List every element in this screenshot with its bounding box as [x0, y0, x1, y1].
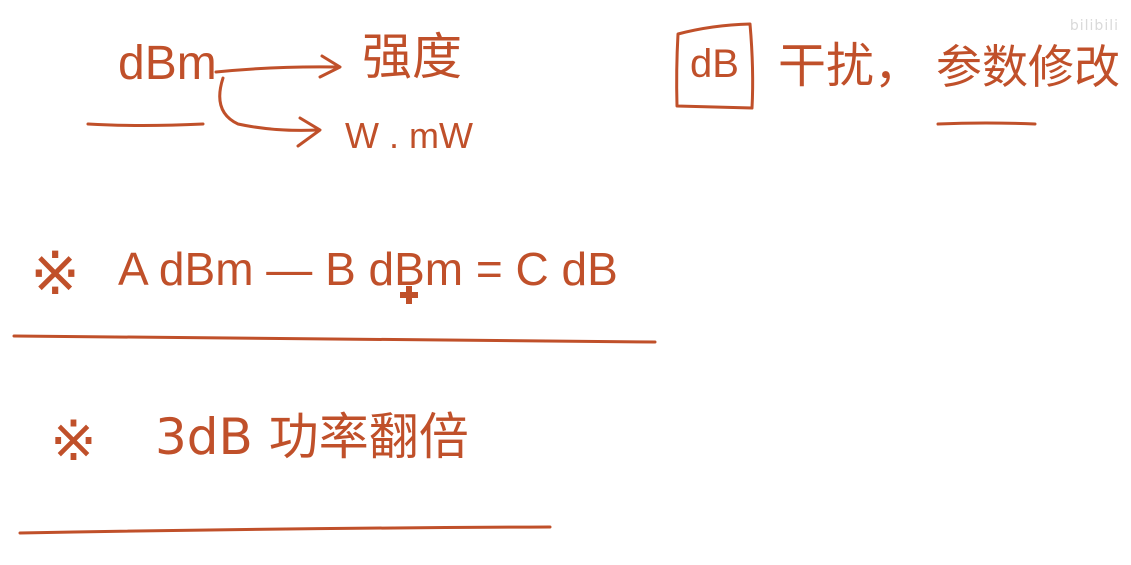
arrow-to-watt-head — [296, 116, 322, 148]
param-modify-label: 参数修改 — [936, 40, 1120, 94]
row2-underline — [12, 334, 657, 344]
strength-label: 强度 — [362, 28, 462, 86]
interference-label: 干扰， — [778, 38, 923, 94]
boxed-db-label: dB — [690, 42, 739, 86]
arrow-to-watt — [218, 76, 320, 132]
watermark: bilibili — [1069, 18, 1119, 34]
row2-mark: ※ — [30, 239, 81, 309]
watt-label: W . mW — [345, 115, 473, 156]
dbm-label: dBm — [118, 37, 217, 90]
dbm-underline — [86, 122, 205, 127]
dbm-formula: A dBm — B dBm = C dB — [118, 243, 618, 295]
row3-mark: ※ — [50, 409, 97, 474]
three-db-double-power: 3dB 功率翻倍 — [155, 408, 469, 466]
arrow-to-strength — [214, 65, 340, 74]
params-underline — [936, 121, 1037, 126]
row3-underline — [18, 525, 552, 535]
